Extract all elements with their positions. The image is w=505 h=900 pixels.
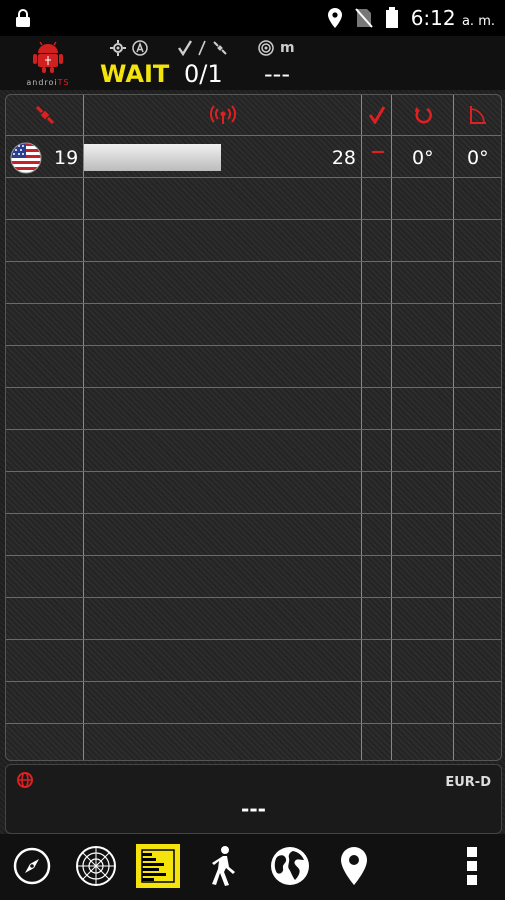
compass-icon: [13, 847, 51, 885]
header-used[interactable]: [362, 95, 391, 135]
accuracy-value: ---: [264, 60, 290, 88]
header-azimuth[interactable]: [392, 95, 453, 135]
elevation-value: 0°: [412, 147, 434, 169]
lock-icon: [16, 9, 30, 27]
signal-bars-icon: [141, 849, 175, 883]
used-indicator: −: [370, 141, 386, 163]
row-divider: [6, 597, 501, 598]
bottom-nav: [0, 834, 505, 900]
fix-mode-icons: [110, 40, 148, 56]
location-icon: [327, 8, 342, 28]
no-sim-icon: [354, 8, 373, 28]
row-divider: [6, 387, 501, 388]
accuracy-icons: m: [258, 40, 295, 56]
slash-icon: [198, 40, 206, 56]
row-divider: [6, 261, 501, 262]
row-divider: [6, 345, 501, 346]
column-divider: [391, 95, 392, 760]
header-elevation[interactable]: [454, 95, 501, 135]
satellite-icon: [213, 41, 227, 55]
satellite-count: 0/1: [184, 60, 223, 88]
row-divider: [6, 555, 501, 556]
datum-label: EUR-D: [445, 775, 491, 790]
nav-compass[interactable]: [8, 842, 56, 890]
android-logo-icon: [33, 41, 63, 73]
satellite-table[interactable]: 19 28 − 0° 0°: [5, 94, 502, 761]
header-signal[interactable]: [84, 95, 361, 135]
row-divider: [6, 219, 501, 220]
unit-label: m: [280, 40, 295, 56]
clock: 6:12 a. m.: [410, 6, 495, 30]
nav-globe[interactable]: [266, 842, 314, 890]
check-icon: [178, 40, 192, 56]
rotate-icon: [414, 107, 432, 124]
map-pin-icon: [341, 847, 367, 885]
more-icon: [467, 847, 477, 885]
status-bar: 6:12 a. m.: [0, 0, 505, 36]
column-divider: [361, 95, 362, 760]
column-divider: [83, 95, 84, 760]
auto-mode-icon: [132, 40, 148, 56]
position-panel[interactable]: EUR-D ---: [5, 764, 502, 834]
row-divider: [6, 681, 501, 682]
nav-more[interactable]: [448, 842, 496, 890]
nav-radar[interactable]: [72, 842, 120, 890]
check-icon: [368, 106, 385, 124]
row-divider: [6, 639, 501, 640]
azimuth-value: 0°: [467, 147, 489, 169]
fix-status: WAIT: [100, 60, 170, 88]
radar-icon: [76, 846, 116, 886]
nav-signal-bars[interactable]: [136, 844, 180, 888]
signal-icon: [209, 105, 236, 124]
globe-icon: [17, 772, 33, 788]
accuracy-icon: [258, 40, 274, 56]
nav-map-pin[interactable]: [330, 842, 378, 890]
column-divider: [453, 95, 454, 760]
sat-used-icons: [178, 40, 228, 56]
us-flag-icon: [10, 142, 42, 174]
walk-icon: [212, 846, 235, 886]
nav-walk[interactable]: [200, 842, 248, 890]
row-divider: [6, 723, 501, 724]
app-logo[interactable]: androiTS: [22, 41, 74, 89]
gps-header: androiTS m WAIT 0/1 ---: [0, 36, 505, 90]
row-divider: [6, 177, 501, 178]
angle-icon: [469, 106, 486, 124]
logo-text: androiTS: [26, 78, 70, 87]
row-divider: [6, 513, 501, 514]
prn-number: 19: [54, 147, 79, 169]
snr-bar: [84, 144, 221, 171]
satellite-icon: [35, 105, 54, 125]
row-divider: [6, 135, 501, 136]
snr-value: 28: [331, 147, 356, 169]
gps-target-icon: [110, 40, 126, 56]
globe-icon: [271, 847, 309, 885]
row-divider: [6, 303, 501, 304]
header-satellite[interactable]: [6, 95, 83, 135]
battery-icon: [385, 7, 398, 28]
row-divider: [6, 471, 501, 472]
position-value: ---: [241, 797, 266, 821]
row-divider: [6, 429, 501, 430]
